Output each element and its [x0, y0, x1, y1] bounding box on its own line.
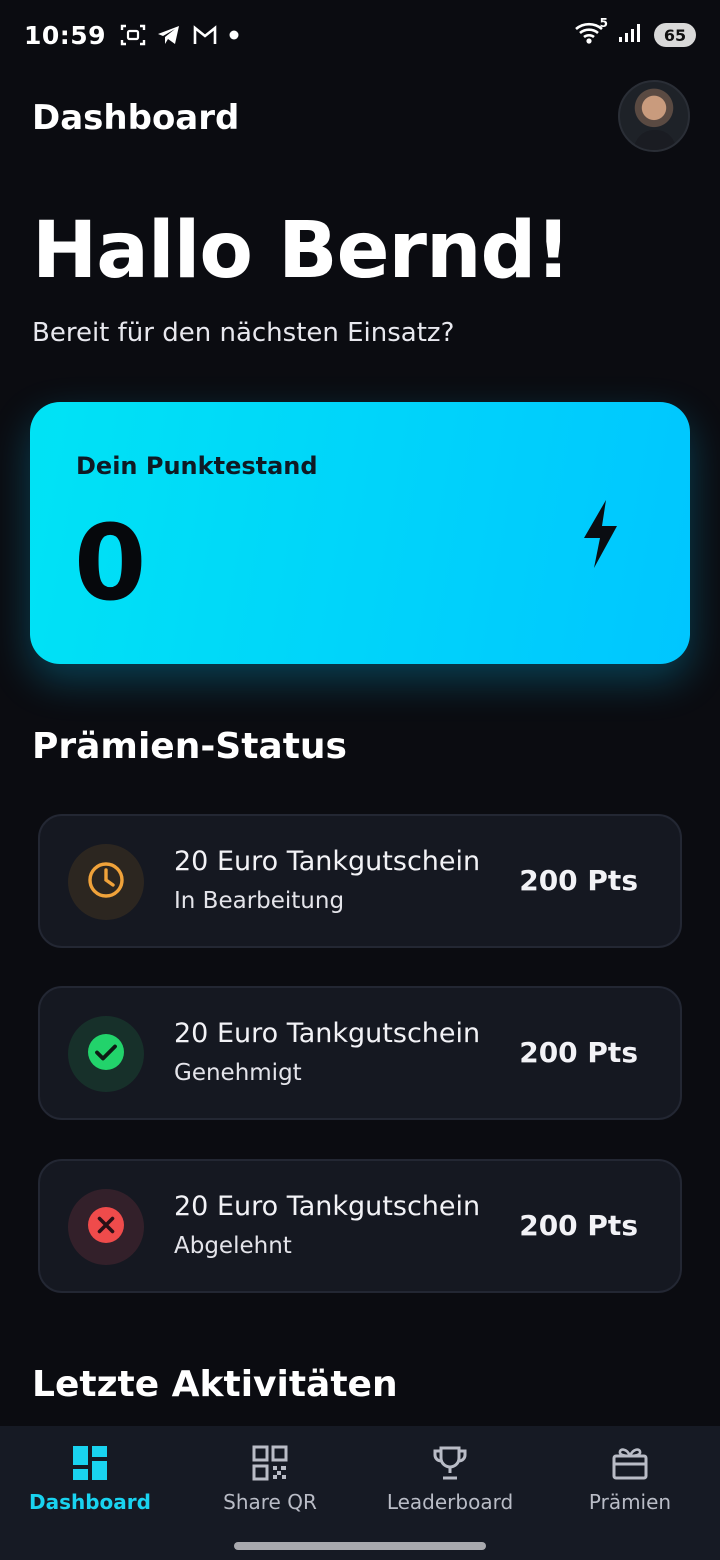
clock-icon — [86, 860, 126, 904]
greeting-subtitle: Bereit für den nächsten Einsatz? — [32, 318, 455, 348]
nav-label: Dashboard — [29, 1490, 151, 1514]
reward-status: Genehmigt — [174, 1060, 302, 1086]
qr-code-icon — [180, 1444, 360, 1482]
rewards-section-title: Prämien-Status — [32, 726, 347, 767]
greeting-heading: Hallo Bernd! — [32, 206, 571, 296]
dashboard-icon — [0, 1444, 180, 1482]
reward-points: 200 Pts — [519, 864, 638, 897]
reward-item-approved[interactable]: 20 Euro Tankgutschein Genehmigt 200 Pts — [38, 986, 682, 1120]
wifi-band-label: 5 — [599, 16, 608, 30]
notification-dot-icon — [228, 29, 240, 41]
reward-name: 20 Euro Tankgutschein — [174, 846, 481, 877]
page-title: Dashboard — [32, 98, 240, 138]
status-system-icons: 5 65 — [574, 16, 696, 50]
gift-icon — [540, 1444, 720, 1482]
points-card: Dein Punktestand 0 — [30, 402, 690, 664]
x-circle-icon — [86, 1205, 126, 1249]
nav-label: Leaderboard — [386, 1490, 514, 1514]
reward-item-pending[interactable]: 20 Euro Tankgutschein In Bearbeitung 200… — [38, 814, 682, 948]
gmail-icon — [192, 24, 218, 46]
check-circle-icon — [86, 1032, 126, 1076]
status-time: 10:59 — [24, 20, 107, 50]
reward-status-icon-bg — [68, 844, 144, 920]
reward-status-icon-bg — [68, 1189, 144, 1265]
reward-name: 20 Euro Tankgutschein — [174, 1191, 481, 1222]
screenshot-icon — [120, 23, 146, 47]
trophy-icon — [360, 1444, 540, 1482]
points-label: Dein Punktestand — [76, 452, 318, 480]
telegram-icon — [156, 23, 182, 47]
avatar[interactable] — [618, 80, 690, 152]
battery-icon: 65 — [654, 23, 696, 47]
nav-item-leaderboard[interactable]: Leaderboard — [360, 1444, 540, 1544]
bolt-icon — [580, 498, 620, 574]
wifi-icon: 5 — [574, 16, 608, 50]
status-notification-icons — [120, 23, 240, 47]
status-bar: 10:59 5 65 — [0, 0, 720, 70]
reward-status-icon-bg — [68, 1016, 144, 1092]
nav-item-dashboard[interactable]: Dashboard — [0, 1444, 180, 1544]
signal-icon — [618, 22, 644, 48]
reward-item-rejected[interactable]: 20 Euro Tankgutschein Abgelehnt 200 Pts — [38, 1159, 682, 1293]
header: Dashboard — [32, 78, 692, 158]
activity-section-title: Letzte Aktivitäten — [32, 1364, 398, 1405]
bottom-navigation: Dashboard Share QR Leaderboard Prämien — [0, 1426, 720, 1560]
home-indicator[interactable] — [234, 1542, 486, 1550]
reward-status: Abgelehnt — [174, 1233, 292, 1259]
points-value: 0 — [74, 502, 147, 624]
nav-label: Share QR — [223, 1490, 317, 1514]
nav-item-share-qr[interactable]: Share QR — [180, 1444, 360, 1544]
nav-item-praemien[interactable]: Prämien — [540, 1444, 720, 1544]
nav-label: Prämien — [588, 1490, 672, 1514]
reward-name: 20 Euro Tankgutschein — [174, 1018, 481, 1049]
reward-points: 200 Pts — [519, 1209, 638, 1242]
reward-points: 200 Pts — [519, 1036, 638, 1069]
reward-status: In Bearbeitung — [174, 888, 345, 914]
